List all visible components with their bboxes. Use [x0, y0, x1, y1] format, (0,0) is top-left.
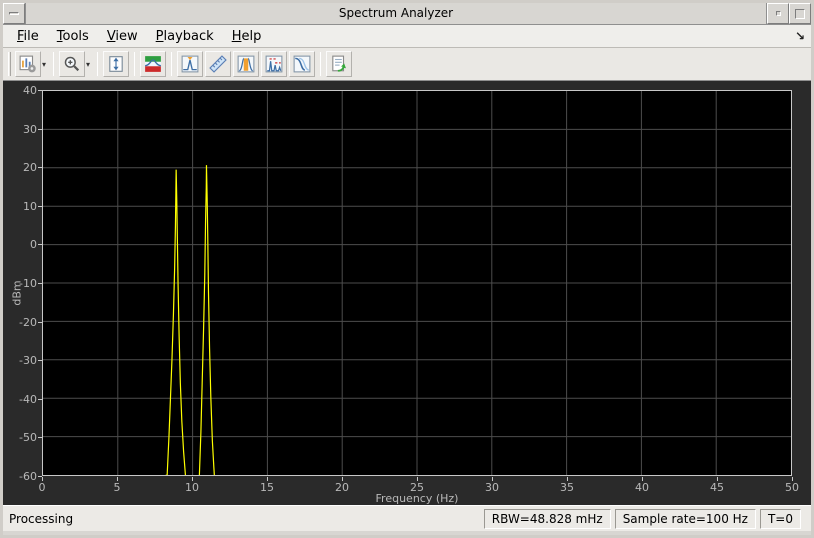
sample-rate-field: Sample rate=100 Hz: [614, 508, 756, 529]
x-tick-label: 25: [410, 481, 424, 494]
zoom-in-icon: [63, 55, 81, 73]
toolbar-separator: [53, 52, 55, 76]
x-tick-label: 0: [38, 481, 46, 494]
y-tick-mark: [38, 283, 42, 284]
configuration-properties-button[interactable]: [15, 51, 41, 77]
x-tick-mark: [267, 477, 268, 481]
status-bar: Processing RBW=48.828 mHz Sample rate=10…: [3, 505, 811, 531]
y-tick-mark: [38, 398, 42, 400]
y-tick-label: -50: [19, 431, 37, 445]
y-tick-mark: [38, 321, 42, 323]
menu-tools[interactable]: Tools: [51, 27, 95, 46]
reduce-plot-rate-button[interactable]: [326, 51, 353, 77]
y-tick-label: -30: [19, 354, 37, 368]
y-tick-label: 0: [30, 238, 37, 252]
y-tick-label: -20: [19, 315, 37, 329]
axes-area[interactable]: [42, 90, 792, 476]
menu-bar: File Tools View Playback Help ↘: [3, 25, 811, 48]
ccdf-measurements-icon: [293, 55, 311, 73]
spectrum-chart: [43, 91, 791, 475]
spectrum-analyzer-window: Spectrum Analyzer File Tools View Playba…: [0, 0, 814, 538]
peak-finder-icon: [181, 55, 199, 73]
toolbar: ▾ ▾: [3, 48, 811, 81]
configuration-properties-icon: [19, 55, 37, 73]
minimize-button[interactable]: [767, 3, 789, 24]
menu-help[interactable]: Help: [226, 27, 268, 46]
x-tick-mark: [42, 477, 43, 481]
y-tick-mark: [38, 360, 42, 362]
x-tick-mark: [417, 477, 418, 481]
distortion-measurements-button[interactable]: [261, 51, 288, 77]
channel-measurements-button[interactable]: [233, 51, 260, 77]
y-tick-mark: [38, 167, 42, 169]
x-tick-label: 40: [635, 481, 649, 494]
toolbar-grip[interactable]: [8, 52, 11, 76]
x-tick-label: 5: [113, 481, 121, 494]
minimize-icon: [775, 11, 781, 16]
spectrum-settings-icon: [144, 55, 162, 73]
distortion-measurements-icon: [265, 55, 283, 73]
title-bar[interactable]: Spectrum Analyzer: [3, 3, 811, 25]
x-tick-mark: [492, 477, 493, 481]
y-tick-label: -10: [19, 277, 37, 290]
plot-region: dBm Frequency (Hz) 40 30 20 10 0 -10 -20 -30 -40…: [3, 81, 811, 505]
x-tick-mark: [567, 477, 568, 481]
cursor-measurements-button[interactable]: [205, 51, 232, 77]
x-tick-mark: [117, 477, 118, 481]
maximize-button[interactable]: [789, 3, 811, 24]
zoom-in-button[interactable]: [59, 51, 86, 77]
x-tick-label: 50: [785, 481, 799, 494]
window-title: Spectrum Analyzer: [25, 3, 767, 24]
maximize-icon: [795, 8, 805, 19]
dock-arrow-icon[interactable]: ↘: [795, 29, 811, 43]
reduce-plot-rate-icon: [330, 55, 348, 73]
toolbar-separator: [320, 52, 322, 76]
y-tick-mark: [38, 90, 42, 91]
y-tick-label: 20: [23, 161, 37, 175]
x-tick-mark: [717, 477, 718, 481]
x-tick-mark: [792, 477, 793, 481]
ccdf-measurements-button[interactable]: [289, 51, 316, 77]
configuration-properties-dropdown-arrow[interactable]: ▾: [42, 60, 46, 69]
y-tick-mark: [38, 437, 42, 439]
x-tick-label: 10: [185, 481, 199, 494]
window-menu-icon: [9, 12, 19, 15]
menu-file[interactable]: File: [11, 27, 45, 46]
menu-playback[interactable]: Playback: [150, 27, 220, 46]
x-tick-label: 45: [710, 481, 724, 494]
x-tick-label: 20: [335, 481, 349, 494]
y-tick-mark: [38, 205, 42, 207]
x-tick-label: 30: [485, 481, 499, 494]
x-tick-label: 15: [260, 481, 274, 494]
y-tick-mark: [38, 244, 42, 246]
peak-finder-button[interactable]: [177, 51, 204, 77]
rbw-field: RBW=48.828 mHz: [483, 508, 611, 529]
zoom-in-dropdown-arrow[interactable]: ▾: [86, 60, 90, 69]
toolbar-separator: [171, 52, 173, 76]
toolbar-separator: [97, 52, 99, 76]
spectrum-settings-button[interactable]: [140, 51, 167, 77]
cursor-measurements-icon: [209, 55, 227, 73]
scale-y-axis-icon: [107, 55, 125, 73]
scale-y-axis-button[interactable]: [103, 51, 130, 77]
status-message: Processing: [9, 511, 74, 526]
x-tick-mark: [192, 477, 193, 481]
x-tick-mark: [342, 477, 343, 481]
y-tick-label: 40: [23, 84, 37, 97]
menu-view[interactable]: View: [101, 27, 144, 46]
y-tick-label: -40: [19, 392, 37, 406]
x-tick-mark: [642, 477, 643, 481]
channel-measurements-icon: [237, 55, 255, 73]
x-tick-label: 35: [560, 481, 574, 494]
window-resize-edge[interactable]: [3, 531, 811, 535]
toolbar-separator: [134, 52, 136, 76]
window-menu-button[interactable]: [3, 3, 25, 24]
y-tick-label: 10: [23, 199, 37, 213]
time-field: T=0: [759, 508, 801, 529]
y-tick-mark: [38, 128, 42, 130]
y-tick-label: 30: [23, 122, 37, 136]
